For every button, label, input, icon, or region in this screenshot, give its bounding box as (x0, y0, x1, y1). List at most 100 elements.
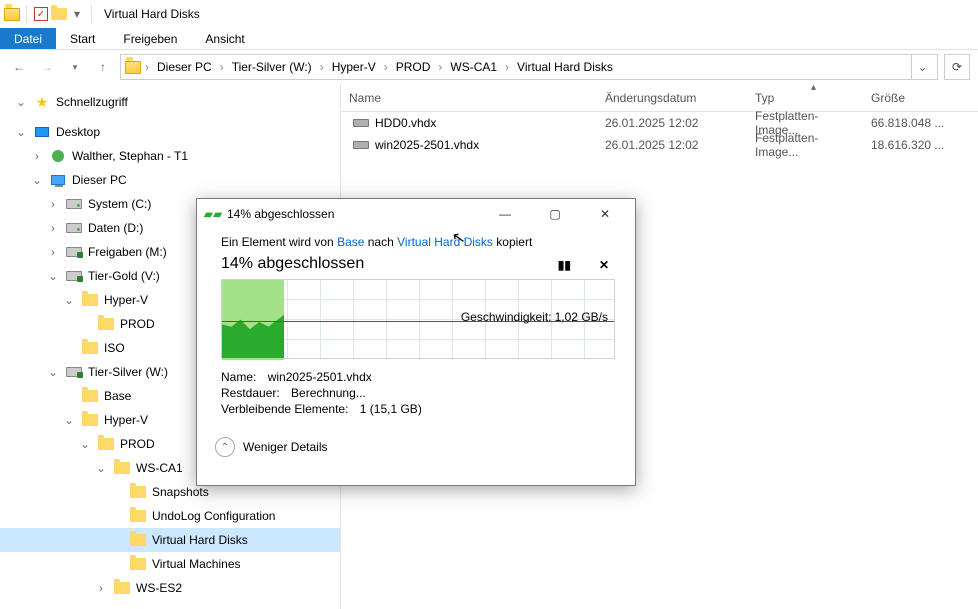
drive-icon (66, 220, 82, 236)
window-titlebar: ✓ ▾ Virtual Hard Disks (0, 0, 978, 28)
address-bar[interactable]: › Dieser PC› Tier-Silver (W:)› Hyper-V› … (120, 54, 938, 80)
file-name: HDD0.vhdx (375, 116, 436, 130)
tab-start[interactable]: Start (56, 28, 109, 49)
tree-label: PROD (120, 317, 155, 331)
cancel-button[interactable]: ✕ (599, 257, 609, 272)
tree-label: Hyper-V (104, 293, 148, 307)
tree-label: ISO (104, 341, 125, 355)
tab-datei[interactable]: Datei (0, 28, 56, 49)
file-date: 26.01.2025 12:02 (597, 134, 747, 156)
tree-desktop[interactable]: ⌄Desktop (0, 120, 340, 144)
breadcrumb[interactable]: Hyper-V (328, 58, 380, 76)
hdd-icon (353, 137, 369, 153)
breadcrumb[interactable]: PROD (392, 58, 435, 76)
navbar: ← → ▾ ↑ › Dieser PC› Tier-Silver (W:)› H… (0, 50, 978, 84)
up-button[interactable]: ↑ (92, 56, 114, 78)
file-date: 26.01.2025 12:02 (597, 112, 747, 134)
tree-label: Hyper-V (104, 413, 148, 427)
copy-info: Name: win2025-2501.vhdx Restdauer: Berec… (221, 369, 611, 417)
source-link[interactable]: Base (337, 235, 364, 249)
tree-label: Tier-Silver (W:) (88, 365, 168, 379)
folder-icon (98, 316, 114, 332)
tree-label: PROD (120, 437, 155, 451)
folder-icon (82, 292, 98, 308)
tree-label: Desktop (56, 125, 100, 139)
folder-icon (130, 484, 146, 500)
folder-icon (82, 340, 98, 356)
file-type: Festplatten-Image... (747, 134, 863, 156)
file-row[interactable]: HDD0.vhdx 26.01.2025 12:02 Festplatten-I… (341, 112, 978, 134)
pc-icon (50, 172, 66, 188)
pause-button[interactable]: ▮▮ (558, 257, 571, 272)
address-dropdown-icon[interactable]: ⌄ (911, 55, 933, 79)
tree-label: Virtual Hard Disks (152, 533, 248, 547)
copy-description: Ein Element wird von Base nach Virtual H… (221, 235, 611, 249)
tree-label: Freigaben (M:) (88, 245, 167, 259)
col-name[interactable]: Name (341, 84, 597, 111)
qat-newfolder-icon[interactable] (51, 6, 67, 22)
tree-label: UndoLog Configuration (152, 509, 275, 523)
breadcrumb[interactable]: Tier-Silver (W:) (228, 58, 316, 76)
refresh-button[interactable]: ⟳ (944, 54, 970, 80)
speed-label: Geschwindigkeit: 1,02 GB/s (461, 310, 608, 324)
star-icon: ★ (34, 94, 50, 110)
tree-user[interactable]: ›Walther, Stephan - T1 (0, 144, 340, 168)
col-type[interactable]: Typ (747, 84, 863, 111)
tree-label: Tier-Gold (V:) (88, 269, 160, 283)
percent-complete: 14% abgeschlossen (221, 255, 364, 273)
tree-vhd[interactable]: ›Virtual Hard Disks (0, 528, 340, 552)
col-size[interactable]: Größe (863, 84, 978, 111)
tree-label: Base (104, 389, 131, 403)
tree-vm[interactable]: ›Virtual Machines (0, 552, 340, 576)
tree-label: WS-ES2 (136, 581, 182, 595)
qat-properties-icon[interactable]: ✓ (33, 6, 49, 22)
folder-icon (82, 412, 98, 428)
dest-link[interactable]: Virtual Hard Disks (397, 235, 493, 249)
tab-freigeben[interactable]: Freigeben (109, 28, 191, 49)
maximize-button[interactable]: ▢ (533, 200, 577, 228)
recent-dropdown-icon[interactable]: ▾ (64, 56, 86, 78)
tree-wses2[interactable]: ›WS-ES2 (0, 576, 340, 600)
tree-label: Virtual Machines (152, 557, 241, 571)
chevron-up-icon: ⌃ (215, 437, 235, 457)
file-size: 18.616.320 ... (863, 134, 978, 156)
tree-label: Daten (D:) (88, 221, 143, 235)
column-headers: Name Änderungsdatum Typ Größe (341, 84, 978, 112)
col-date[interactable]: Änderungsdatum (597, 84, 747, 111)
folder-icon (82, 388, 98, 404)
folder-icon (130, 508, 146, 524)
forward-button[interactable]: → (36, 56, 58, 78)
tree-label: WS-CA1 (136, 461, 183, 475)
tab-ansicht[interactable]: Ansicht (191, 28, 258, 49)
back-button[interactable]: ← (8, 56, 30, 78)
speed-graph: Geschwindigkeit: 1,02 GB/s (221, 279, 615, 359)
minimize-button[interactable]: — (483, 200, 527, 228)
tree-thispc[interactable]: ⌄Dieser PC (0, 168, 340, 192)
fewer-details-button[interactable]: ⌃ Weniger Details (197, 431, 635, 463)
dialog-title: 14% abgeschlossen (227, 207, 477, 221)
file-row[interactable]: win2025-2501.vhdx 26.01.2025 12:02 Festp… (341, 134, 978, 156)
copy-progress-dialog: ▰▰ 14% abgeschlossen — ▢ ✕ Ein Element w… (196, 198, 636, 486)
netdrive-icon (66, 244, 82, 260)
folder-icon (130, 532, 146, 548)
breadcrumb[interactable]: Dieser PC (153, 58, 216, 76)
tree-quickaccess[interactable]: ⌄★Schnellzugriff (0, 90, 340, 114)
hdd-icon (353, 115, 369, 131)
details-label: Weniger Details (243, 440, 327, 454)
folder-icon (114, 580, 130, 596)
drive-icon (66, 196, 82, 212)
dialog-titlebar: ▰▰ 14% abgeschlossen — ▢ ✕ (197, 199, 635, 229)
folder-icon (114, 460, 130, 476)
breadcrumb[interactable]: Virtual Hard Disks (513, 58, 617, 76)
folder-icon (4, 6, 20, 22)
qat-dropdown-icon[interactable]: ▾ (69, 6, 85, 22)
close-button[interactable]: ✕ (583, 200, 627, 228)
tree-label: Dieser PC (72, 173, 127, 187)
netdrive-icon (66, 364, 82, 380)
tree-undolog[interactable]: ›UndoLog Configuration (0, 504, 340, 528)
tree-label: System (C:) (88, 197, 151, 211)
folder-icon (130, 556, 146, 572)
breadcrumb[interactable]: WS-CA1 (446, 58, 501, 76)
sort-indicator-icon: ▴ (811, 82, 816, 93)
netdrive-icon (66, 268, 82, 284)
